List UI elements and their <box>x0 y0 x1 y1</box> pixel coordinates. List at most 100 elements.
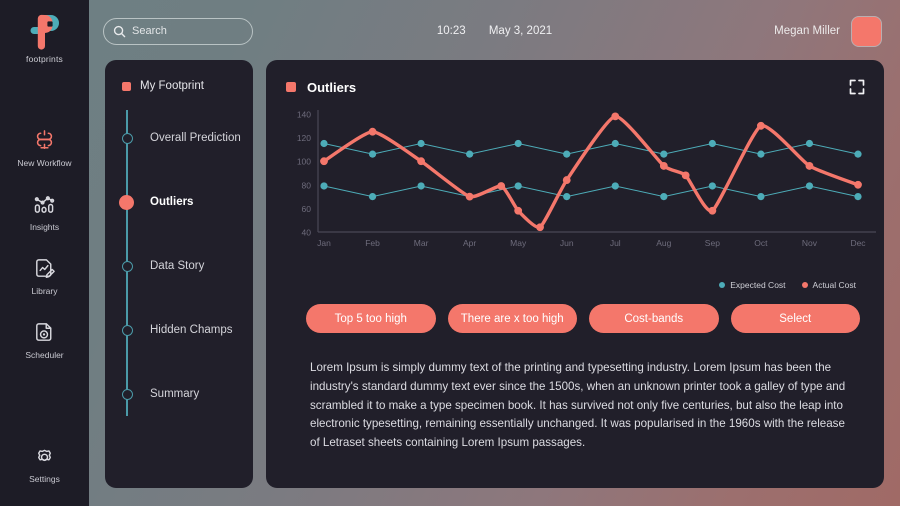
y-axis-tick: 100 <box>297 157 311 167</box>
sidebar-item-new-workflow[interactable]: New Workflow <box>0 126 89 168</box>
expand-icon[interactable] <box>848 78 866 96</box>
chart-legend: Expected Cost Actual Cost <box>266 280 884 290</box>
sidebar-label-scheduler: Scheduler <box>25 350 64 360</box>
step-label: Hidden Champs <box>150 324 233 336</box>
x-axis-tick: Apr <box>463 238 476 248</box>
data-point <box>417 139 425 148</box>
sidebar-label-insights: Insights <box>29 222 60 232</box>
search-input[interactable] <box>132 25 237 37</box>
data-point <box>681 171 690 180</box>
step-dot-icon <box>119 194 134 210</box>
square-marker-icon <box>122 81 131 91</box>
step-label: Data Story <box>150 260 205 272</box>
user-menu[interactable]: Megan Miller <box>774 15 900 47</box>
data-point <box>854 150 862 158</box>
data-point <box>320 157 328 166</box>
button-top-5-too-high[interactable]: Top 5 too high <box>306 304 436 333</box>
data-point <box>465 192 474 201</box>
sidebar-item-settings[interactable]: Settings <box>0 442 89 484</box>
x-axis-tick: Feb <box>365 238 380 248</box>
data-point <box>757 121 765 130</box>
data-point <box>536 223 544 232</box>
y-axis-tick: 80 <box>302 180 312 190</box>
timeline-panel: My Footprint Overall Prediction Outliers… <box>105 60 253 488</box>
x-axis-tick: Mar <box>414 238 429 248</box>
legend-label: Expected Cost <box>730 280 786 290</box>
legend-dot-icon <box>801 282 808 288</box>
data-point <box>562 176 571 184</box>
x-axis-tick: Dec <box>850 238 866 248</box>
step-dot-icon <box>122 260 133 272</box>
data-point <box>708 206 717 215</box>
data-point <box>708 139 716 148</box>
data-point <box>417 157 425 166</box>
data-point <box>854 180 862 189</box>
timeline-title-row: My Footprint <box>105 80 253 92</box>
sidebar-item-library[interactable]: Library <box>0 254 89 296</box>
data-point <box>368 127 377 136</box>
avatar[interactable] <box>851 15 882 47</box>
top-header: 10:23 May 3, 2021 Megan Miller <box>89 0 900 62</box>
gear-icon <box>31 442 59 470</box>
chart-canvas: 40 60 80 100 120 140 Jan Feb Mar Apr May Jun Jul Aug S… <box>297 110 876 248</box>
workflow-icon <box>31 126 59 154</box>
insights-icon <box>31 190 59 218</box>
data-point <box>805 162 814 170</box>
data-point <box>854 193 862 201</box>
x-axis-tick: May <box>510 238 527 248</box>
left-nav-rail: footprints New Workflow Insights Library… <box>0 0 89 506</box>
step-dot-icon <box>122 324 133 336</box>
y-axis-tick: 60 <box>302 204 312 214</box>
timeline-step-summary[interactable]: Summary <box>122 362 253 426</box>
footprints-logo-icon <box>24 9 66 51</box>
data-point <box>514 139 522 148</box>
scheduler-icon <box>31 318 59 346</box>
data-point <box>497 182 506 190</box>
card-body-text: Lorem Ipsum is simply dummy text of the … <box>310 361 846 450</box>
sidebar-item-insights[interactable]: Insights <box>0 190 89 232</box>
square-marker-icon <box>286 82 296 92</box>
timeline-step-outliers[interactable]: Outliers <box>119 170 253 234</box>
timeline-steps: Overall Prediction Outliers Data Story H… <box>105 106 253 426</box>
timeline-step-data-story[interactable]: Data Story <box>122 234 253 298</box>
search-box[interactable] <box>103 17 253 45</box>
search-icon <box>113 25 126 38</box>
x-axis-tick: Jun <box>560 238 574 248</box>
data-point <box>514 182 522 190</box>
button-cost-bands[interactable]: Cost-bands <box>589 304 719 333</box>
sidebar-item-scheduler[interactable]: Scheduler <box>0 318 89 360</box>
brand-logo[interactable]: footprints <box>24 9 66 64</box>
data-point <box>368 150 377 158</box>
series-line <box>323 185 859 198</box>
step-dot-icon <box>122 132 133 144</box>
series-line <box>322 114 860 230</box>
legend-label: Actual Cost <box>812 280 856 290</box>
data-point <box>563 193 571 201</box>
outliers-chart: 40 60 80 100 120 140 Jan Feb Mar Apr May Jun Jul Aug S… <box>266 104 884 279</box>
data-point <box>757 193 765 201</box>
data-point <box>757 150 765 158</box>
card-header: Outliers <box>266 60 884 96</box>
data-point <box>320 182 328 190</box>
x-axis-tick: Nov <box>802 238 818 248</box>
button-select[interactable]: Select <box>730 304 860 333</box>
step-label: Outliers <box>150 196 194 208</box>
data-point <box>320 139 328 148</box>
action-button-row: Top 5 too high There are x too high Cost… <box>266 290 884 333</box>
legend-item-actual-cost: Actual Cost <box>801 280 856 290</box>
sidebar-label-library: Library <box>31 286 58 296</box>
library-icon <box>31 254 59 282</box>
data-point <box>514 206 523 215</box>
timeline-step-overall-prediction[interactable]: Overall Prediction <box>122 106 253 170</box>
timeline-step-hidden-champs[interactable]: Hidden Champs <box>122 298 253 362</box>
header-date: May 3, 2021 <box>488 25 553 37</box>
button-there-are-x-too-high[interactable]: There are x too high <box>447 304 577 333</box>
timeline-title: My Footprint <box>140 80 204 92</box>
step-label: Overall Prediction <box>150 132 241 144</box>
sidebar-label-settings: Settings <box>29 474 60 484</box>
x-axis-tick: Jul <box>610 238 621 248</box>
outliers-card: Outliers 40 60 80 100 120 140 Jan Feb Mar Apr May J… <box>266 60 884 488</box>
header-time: 10:23 <box>436 25 466 37</box>
step-label: Summary <box>150 388 200 400</box>
data-point <box>611 139 619 148</box>
